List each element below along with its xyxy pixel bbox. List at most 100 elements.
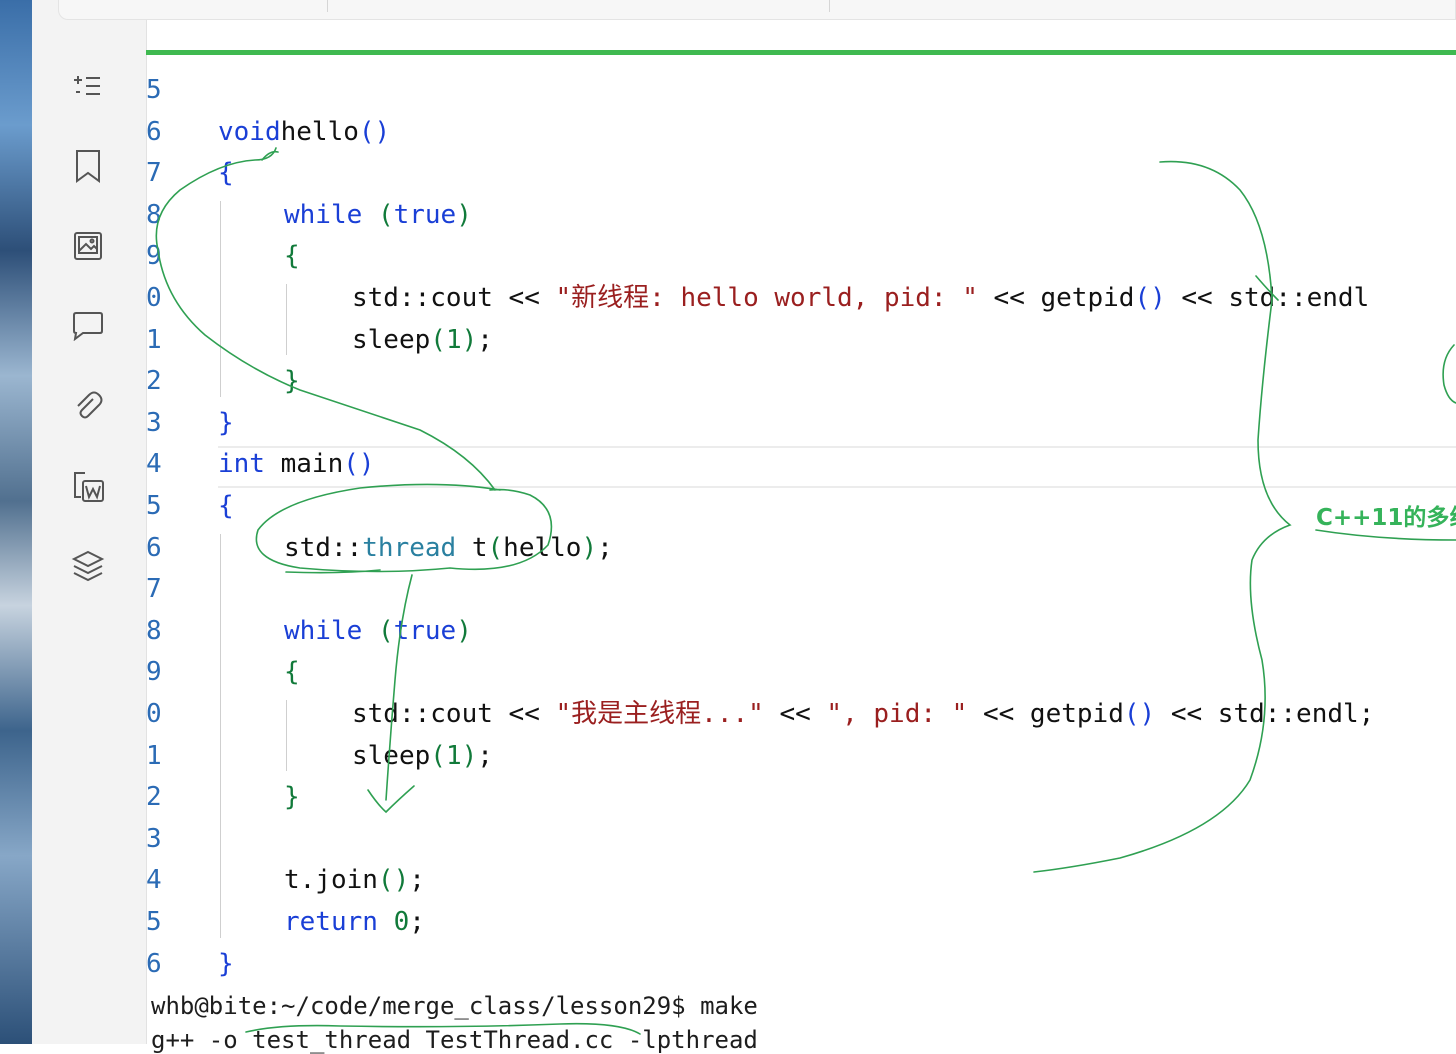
code-token: { <box>218 491 234 521</box>
line-number: 2 <box>146 366 162 397</box>
tab-separator <box>829 0 830 12</box>
code-token: ; <box>477 740 493 771</box>
line-number: 8 <box>146 615 162 646</box>
code-token: "我是主线程..." <box>555 699 764 729</box>
code-token: ", pid: " <box>826 699 968 729</box>
line-number: 1 <box>146 740 162 771</box>
code-line: std::cout << "新线程: hello world, pid: " <… <box>352 278 1369 320</box>
code-token: true <box>393 615 457 646</box>
code-line: int main() <box>218 444 375 486</box>
code-line: sleep(1); <box>352 320 493 362</box>
code-token: } <box>284 782 300 813</box>
code-token: () <box>1123 699 1156 729</box>
bookmark-icon[interactable] <box>70 148 106 184</box>
code-token: << getpid <box>977 283 1135 313</box>
code-token: { <box>284 241 300 272</box>
paperclip-icon[interactable] <box>70 388 106 424</box>
code-line: return 0; <box>284 902 425 944</box>
code-token: "新线程: hello world, pid: " <box>555 283 978 313</box>
code-token: int <box>218 449 265 480</box>
code-token: while <box>284 199 363 230</box>
code-token: std:: <box>284 532 363 563</box>
comment-icon[interactable] <box>70 308 106 344</box>
tab-bar <box>58 0 1456 20</box>
sparkle-list-icon[interactable] <box>70 68 106 104</box>
terminal-prompt-line: whb@bite:~/code/merge_class/lesson29$ ma… <box>151 992 758 1020</box>
code-line: while (true) <box>284 611 472 653</box>
line-number: 5 <box>146 75 162 105</box>
indent-guide <box>220 200 221 397</box>
code-token: ( <box>430 740 446 771</box>
code-token: ; <box>477 324 493 355</box>
code-token: () <box>358 116 391 147</box>
code-line: std::cout << "我是主线程..." << ", pid: " << … <box>352 694 1374 736</box>
code-token: << <box>508 283 556 313</box>
code-token: std::cout <box>352 699 509 729</box>
line-number: 1 <box>146 324 162 355</box>
tab-separator <box>327 0 328 12</box>
layers-icon[interactable] <box>70 548 106 584</box>
image-icon[interactable] <box>70 228 106 264</box>
code-token: << getpid <box>967 699 1124 729</box>
line-number: 5 <box>146 907 162 937</box>
code-token: void <box>218 116 281 147</box>
current-line-highlight <box>218 446 1456 488</box>
line-number: 3 <box>146 823 162 854</box>
word-export-icon[interactable] <box>70 468 106 504</box>
line-number: 4 <box>146 865 162 896</box>
indent-guide <box>286 700 287 772</box>
code-token: () <box>377 865 410 896</box>
code-line: { <box>284 652 300 694</box>
code-token: hello <box>503 532 582 563</box>
code-token: t.join <box>284 865 378 896</box>
line-number: 8 <box>146 199 162 230</box>
code-token: ; <box>409 865 425 896</box>
code-token: () <box>343 449 375 480</box>
code-token: ( <box>377 615 394 646</box>
line-number: 6 <box>146 948 162 979</box>
code-line: sleep(1); <box>352 736 493 778</box>
code-token: t <box>456 532 488 563</box>
code-line: std::thread t(hello); <box>284 528 613 570</box>
code-token: { <box>284 657 300 688</box>
code-token: { <box>218 158 234 189</box>
code-token: ) <box>461 740 478 771</box>
line-number: 7 <box>146 574 162 605</box>
code-line: } <box>284 777 300 819</box>
code-token: ( <box>377 199 394 230</box>
line-number: 5 <box>146 491 162 521</box>
heading-accent-line <box>146 50 1456 55</box>
code-token: sleep <box>352 324 431 355</box>
code-line: { <box>218 486 234 528</box>
code-token: 0 <box>393 907 410 937</box>
code-token: } <box>218 948 234 979</box>
line-number: 6 <box>146 532 162 563</box>
code-block[interactable]: 5 6 7 8 9 0 1 2 3 4 5 6 7 8 9 0 1 2 3 4 5 6 voidhello(){while … <box>146 70 1456 990</box>
code-token: hello <box>280 116 359 147</box>
code-token: sleep <box>352 740 431 771</box>
code-token: ) <box>461 324 478 355</box>
line-number: 0 <box>146 699 162 729</box>
code-token: ( <box>487 532 504 563</box>
line-number: 2 <box>146 782 162 813</box>
code-token: 1 <box>445 740 462 771</box>
desktop-wallpaper-strip <box>0 0 32 1044</box>
code-line: } <box>218 944 234 986</box>
code-token: << <box>508 699 556 729</box>
code-token: << std::endl; <box>1155 699 1375 729</box>
indent-guide <box>286 284 287 356</box>
code-line: } <box>284 361 300 403</box>
code-token: } <box>284 366 300 397</box>
code-token: << std::endl <box>1165 283 1370 313</box>
code-token: thread <box>362 532 457 563</box>
code-line: } <box>218 403 234 445</box>
left-toolbar <box>32 0 147 1044</box>
line-number: 0 <box>146 283 162 313</box>
code-token: ; <box>597 532 613 563</box>
code-token: () <box>1134 283 1166 313</box>
line-number: 7 <box>146 158 162 189</box>
line-number: 9 <box>146 657 162 688</box>
code-token: std::cout <box>352 283 509 313</box>
